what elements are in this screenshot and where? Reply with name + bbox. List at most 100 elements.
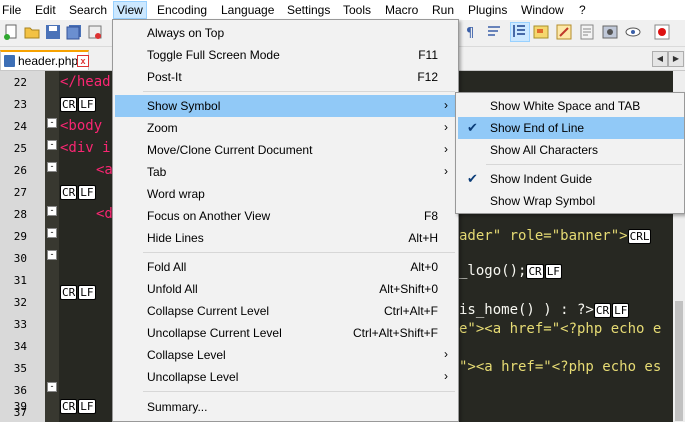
record-macro-icon[interactable]	[654, 24, 670, 40]
menu-search[interactable]: Search	[69, 2, 107, 18]
tab-header-php[interactable]: header.php x	[0, 50, 89, 70]
menu-view[interactable]: View	[113, 1, 147, 19]
line-number: 25	[13, 142, 27, 155]
save-all-icon[interactable]	[66, 24, 82, 40]
menu-help[interactable]: ?	[579, 2, 586, 18]
line-number: 32	[13, 296, 27, 309]
code-line: CR LF	[60, 184, 96, 200]
menu-item-collapse-current-level[interactable]: Collapse Current Level Ctrl+Alt+F	[115, 300, 456, 322]
line-number: 27	[13, 186, 27, 199]
code-line: <d	[96, 206, 113, 222]
menu-window[interactable]: Window	[521, 2, 564, 18]
submenu-arrow-icon: ›	[444, 120, 448, 134]
code-line: e"><a href="<?php echo e	[459, 321, 662, 337]
menu-item-show-symbol[interactable]: Show Symbol ›	[115, 95, 456, 117]
submenu-arrow-icon: ›	[444, 369, 448, 383]
menu-tools[interactable]: Tools	[343, 2, 371, 18]
menu-settings[interactable]: Settings	[287, 2, 330, 18]
indent-guide-icon[interactable]	[510, 22, 530, 42]
fold-minus-icon[interactable]: -	[47, 162, 57, 172]
menu-item-uncollapse-current-level[interactable]: Uncollapse Current Level Ctrl+Alt+Shift+…	[115, 322, 456, 344]
tab-scroll-left-icon[interactable]: ◀	[652, 51, 668, 67]
fold-minus-icon[interactable]: -	[47, 206, 57, 216]
menu-encoding[interactable]: Encoding	[157, 2, 207, 18]
menu-separator	[143, 91, 455, 92]
submenu-arrow-icon: ›	[444, 164, 448, 178]
code-line: <div i	[60, 140, 111, 156]
code-line: </head	[60, 74, 111, 90]
code-line: <body	[60, 118, 103, 134]
menu-item-move-clone[interactable]: Move/Clone Current Document ›	[115, 139, 456, 161]
tab-scroll-right-icon[interactable]: ▶	[668, 51, 684, 67]
menu-item-word-wrap[interactable]: Word wrap	[115, 183, 456, 205]
close-tab-icon[interactable]: x	[77, 55, 89, 67]
menu-item-summary[interactable]: Summary...	[115, 396, 456, 418]
menu-file[interactable]: File	[2, 2, 21, 18]
menu-item-tab[interactable]: Tab ›	[115, 161, 456, 183]
scrollbar-thumb[interactable]	[675, 301, 683, 421]
submenu-item-show-wrap-symbol[interactable]: Show Wrap Symbol	[458, 190, 684, 212]
submenu-item-show-end-of-line[interactable]: ✔ Show End of Line	[458, 117, 684, 139]
menu-item-collapse-level[interactable]: Collapse Level ›	[115, 344, 456, 366]
line-number: 39	[13, 400, 27, 413]
code-line: "><a href="<?php echo es	[459, 359, 662, 375]
fold-minus-icon[interactable]: -	[47, 250, 57, 260]
menu-item-focus-another-view[interactable]: Focus on Another View F8	[115, 205, 456, 227]
view-eye-icon[interactable]	[625, 24, 641, 40]
word-wrap-icon[interactable]	[486, 24, 502, 40]
line-number: 22	[13, 76, 27, 89]
save-icon[interactable]	[45, 24, 61, 40]
fold-minus-icon[interactable]: -	[47, 140, 57, 150]
line-number: 31	[13, 274, 27, 287]
fold-minus-icon[interactable]: -	[47, 382, 57, 392]
line-number: 28	[13, 208, 27, 221]
new-file-icon[interactable]	[3, 24, 19, 40]
monitoring-icon[interactable]	[602, 24, 618, 40]
submenu-arrow-icon: ›	[444, 347, 448, 361]
menu-plugins[interactable]: Plugins	[468, 2, 507, 18]
line-number: 29	[13, 230, 27, 243]
code-line: <a	[96, 162, 113, 178]
submenu-item-show-white-space[interactable]: Show White Space and TAB	[458, 95, 684, 117]
submenu-item-show-all-characters[interactable]: Show All Characters	[458, 139, 684, 161]
menu-edit[interactable]: Edit	[35, 2, 56, 18]
file-icon	[4, 55, 15, 67]
folder-workspace-icon[interactable]	[579, 24, 595, 40]
close-file-icon[interactable]	[87, 24, 103, 40]
menu-bar: File Edit Search View Encoding Language …	[0, 0, 685, 20]
menu-item-zoom[interactable]: Zoom ›	[115, 117, 456, 139]
menu-item-unfold-all[interactable]: Unfold All Alt+Shift+0	[115, 278, 456, 300]
menu-macro[interactable]: Macro	[385, 2, 418, 18]
function-list-icon[interactable]	[556, 24, 572, 40]
menu-run[interactable]: Run	[432, 2, 454, 18]
menu-item-always-on-top[interactable]: Always on Top	[115, 22, 456, 44]
code-line: _logo(); CR LF	[459, 263, 562, 279]
code-line: is_home() ) : ?> CR LF	[459, 302, 630, 318]
show-all-chars-icon[interactable]: ¶	[463, 24, 479, 41]
line-number: 34	[13, 340, 27, 353]
line-number: 30	[13, 252, 27, 265]
menu-language[interactable]: Language	[221, 2, 274, 18]
code-line: ader" role="banner"> CRL	[459, 228, 652, 244]
fold-minus-icon[interactable]: -	[47, 228, 57, 238]
tab-label: header.php	[18, 54, 79, 68]
menu-item-fold-all[interactable]: Fold All Alt+0	[115, 256, 456, 278]
code-line: CR LF	[60, 96, 96, 112]
menu-item-post-it[interactable]: Post-It F12	[115, 66, 456, 88]
menu-separator	[486, 164, 682, 165]
menu-separator	[143, 391, 455, 392]
open-file-icon[interactable]	[24, 24, 40, 40]
line-number: 35	[13, 362, 27, 375]
svg-text:¶: ¶	[466, 26, 474, 40]
submenu-item-show-indent-guide[interactable]: ✔ Show Indent Guide	[458, 168, 684, 190]
show-symbol-submenu: Show White Space and TAB ✔ Show End of L…	[455, 92, 685, 214]
menu-item-hide-lines[interactable]: Hide Lines Alt+H	[115, 227, 456, 249]
checkmark-icon: ✔	[467, 120, 478, 135]
code-line: CR LF	[60, 398, 96, 414]
document-map-icon[interactable]	[533, 24, 549, 40]
view-menu: Always on Top Toggle Full Screen Mode F1…	[112, 19, 459, 422]
menu-item-uncollapse-level[interactable]: Uncollapse Level ›	[115, 366, 456, 388]
fold-minus-icon[interactable]: -	[47, 118, 57, 128]
menu-item-toggle-full-screen[interactable]: Toggle Full Screen Mode F11	[115, 44, 456, 66]
line-number: 36	[13, 384, 27, 397]
